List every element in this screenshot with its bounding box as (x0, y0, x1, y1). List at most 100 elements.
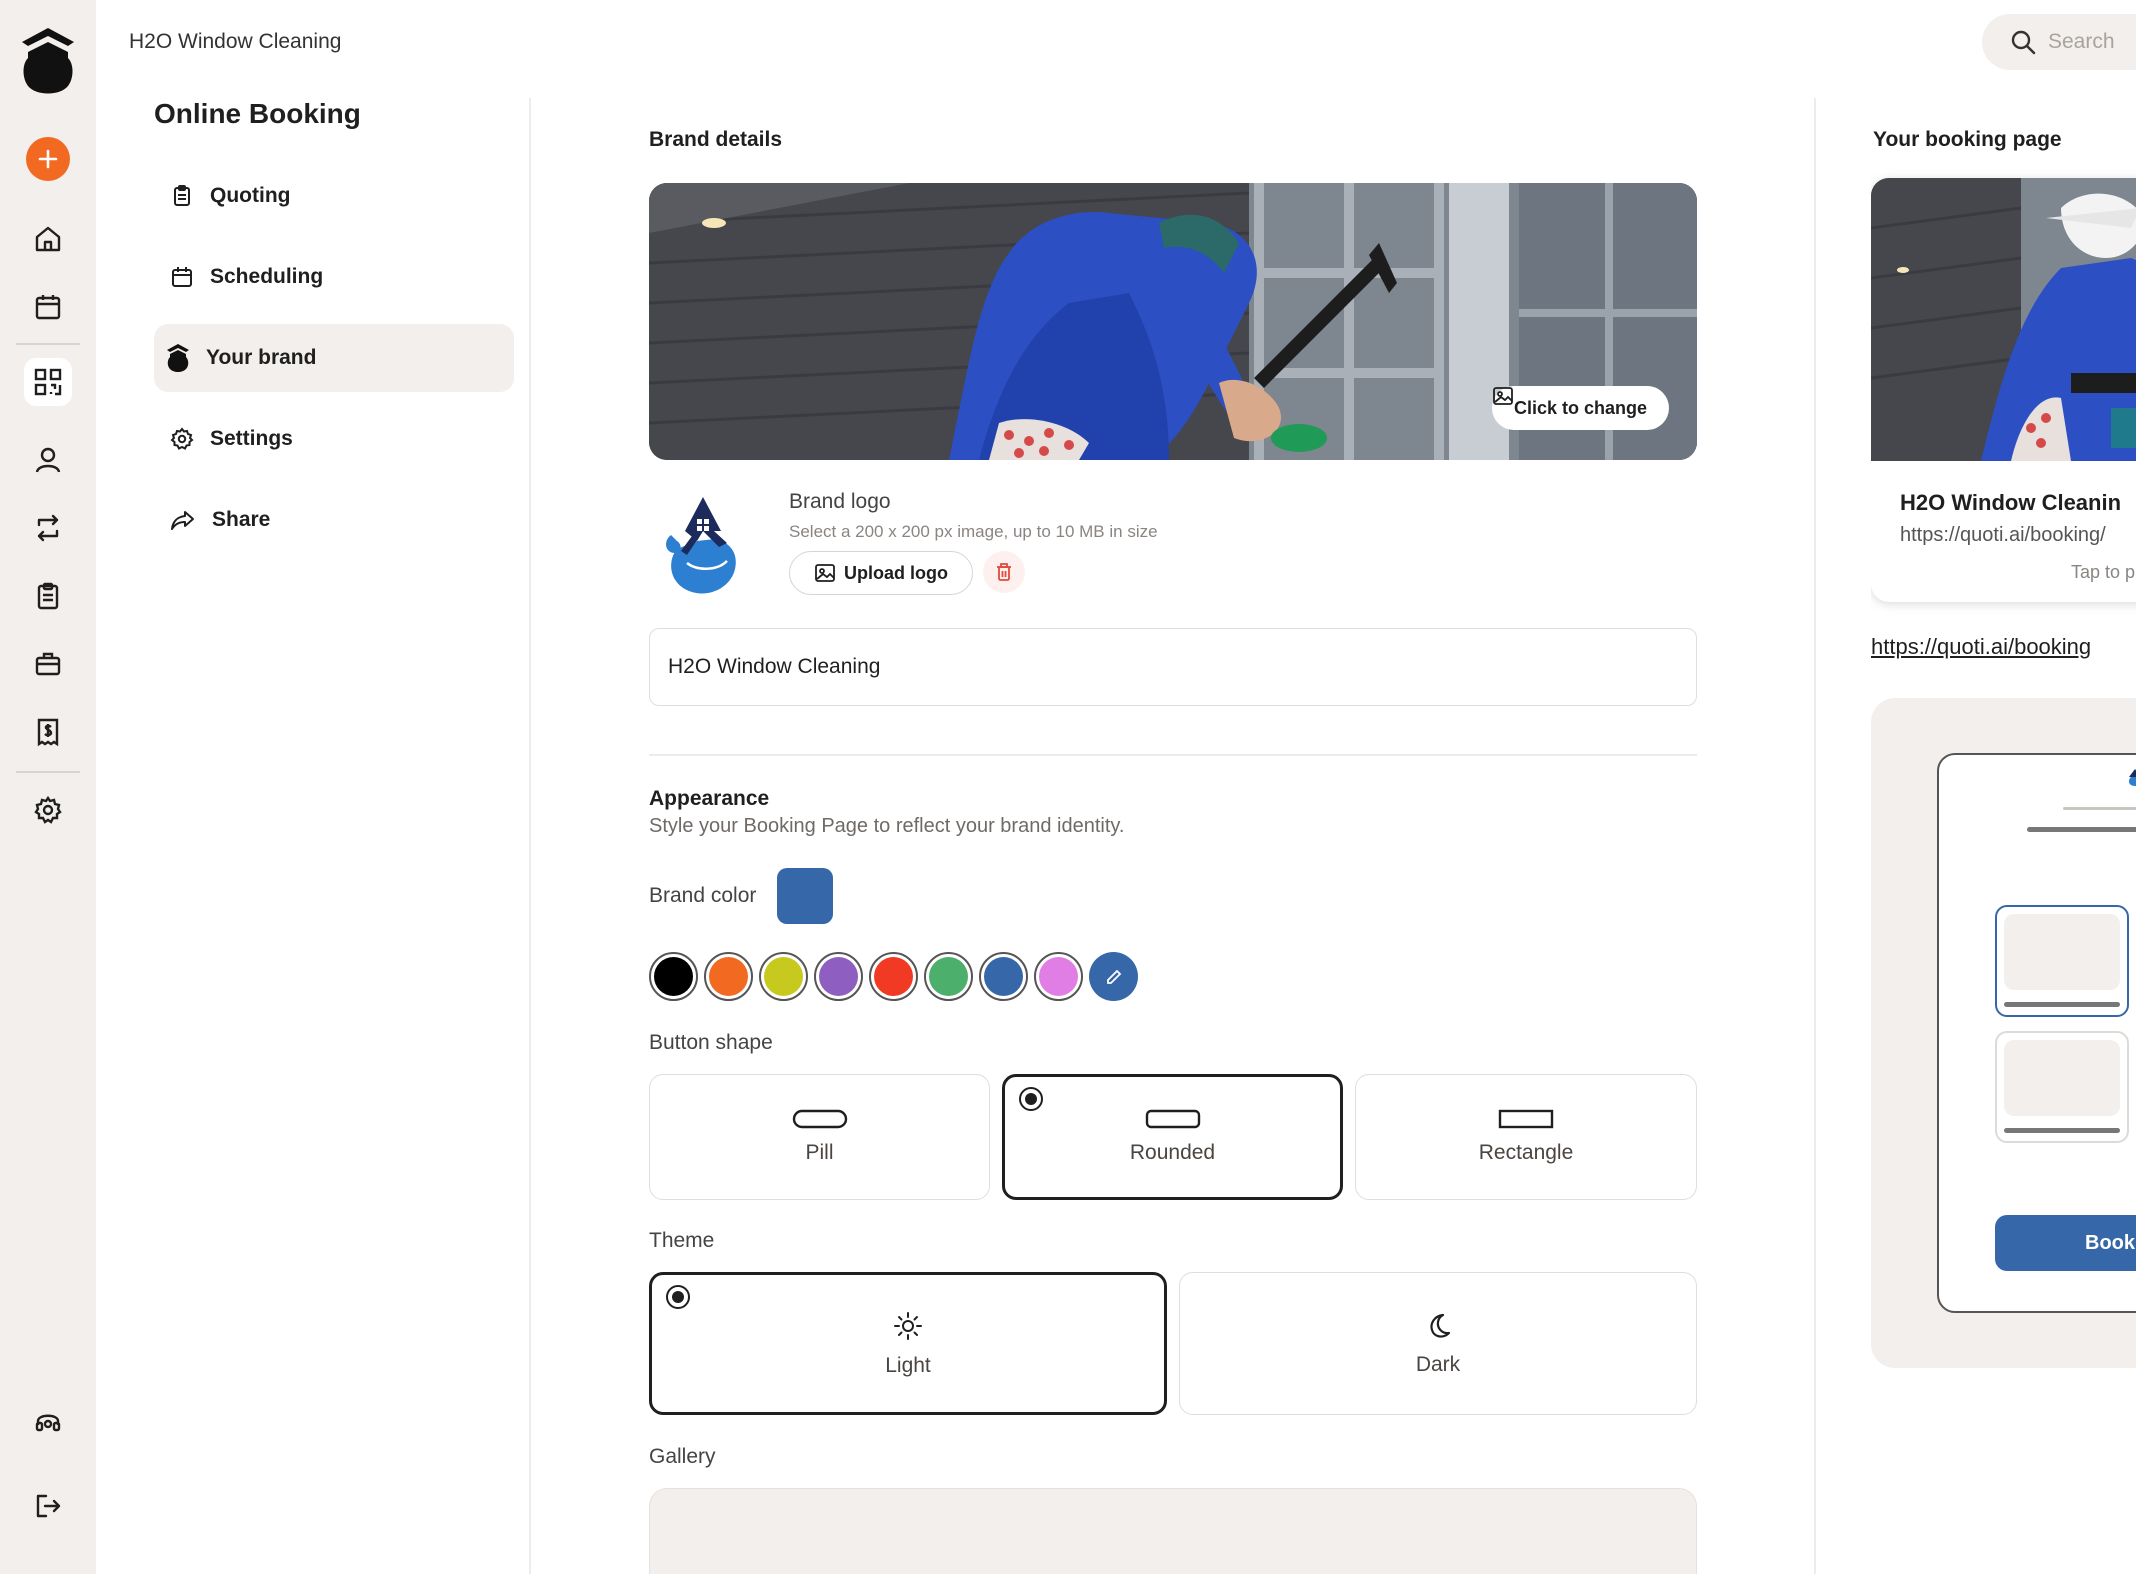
image-icon (815, 564, 835, 582)
business-name-field[interactable] (649, 628, 1697, 706)
color-swatch-blue[interactable] (979, 952, 1028, 1001)
shape-option-label: Pill (805, 1141, 834, 1164)
upload-logo-button[interactable]: Upload logo (789, 551, 973, 595)
theme-option-label: Light (885, 1353, 931, 1377)
rounded-shape-icon (1145, 1109, 1200, 1129)
invoice-dollar-icon[interactable] (24, 708, 72, 756)
booking-page-preview: Your booking page H2O Window Cleanin htt… (1871, 0, 2136, 1574)
icon-rail (0, 0, 96, 1574)
shape-option-pill[interactable]: Pill (649, 1074, 990, 1200)
shape-option-label: Rounded (1129, 1141, 1216, 1164)
brand-color-label: Brand color (649, 884, 757, 907)
share-icon (171, 511, 194, 530)
logout-icon[interactable] (24, 1482, 72, 1530)
nav-item-label: Settings (210, 427, 293, 450)
brand-color-preview[interactable] (777, 868, 833, 924)
section-title: Brand details (649, 128, 783, 151)
color-swatch-purple[interactable] (814, 952, 863, 1001)
preview-title: Your booking page (1873, 128, 2062, 151)
image-icon (1493, 387, 1513, 405)
change-cover-button[interactable]: Click to change (1491, 386, 1669, 430)
delete-logo-button[interactable] (983, 551, 1025, 593)
color-palette (649, 952, 1138, 1001)
mock-text-line (2063, 807, 2136, 810)
home-icon[interactable] (24, 215, 72, 263)
upload-logo-label: Upload logo (844, 562, 948, 583)
briefcase-icon[interactable] (24, 640, 72, 688)
cover-image[interactable]: Click to change (649, 183, 1697, 460)
color-swatch-lime[interactable] (759, 952, 808, 1001)
color-swatch-black[interactable] (649, 952, 698, 1001)
calendar-icon[interactable] (24, 283, 72, 331)
trash-icon (997, 563, 1011, 581)
brand-logo-label: Brand logo (789, 490, 891, 513)
brand-logo-help: Select a 200 x 200 px image, up to 10 MB… (789, 522, 1158, 541)
pill-shape-icon (792, 1109, 847, 1129)
mock-service-tile-selected (1995, 905, 2129, 1017)
gallery-dropzone[interactable] (649, 1488, 1697, 1574)
color-swatch-red[interactable] (869, 952, 918, 1001)
radio-selected (1019, 1087, 1043, 1111)
nav-item-quoting[interactable]: Quoting (154, 162, 514, 230)
page-title: Online Booking (154, 98, 361, 129)
calendar-icon (172, 267, 192, 287)
booking-page-link[interactable]: https://quoti.ai/booking (1871, 634, 2091, 660)
clipboard-icon (174, 185, 190, 206)
nav-item-your-brand[interactable]: Your brand (154, 324, 514, 392)
app-logo-icon[interactable] (20, 26, 76, 98)
preview-cover-image (1871, 178, 2136, 461)
theme-label: Theme (649, 1229, 715, 1252)
eyedropper-icon (1106, 969, 1121, 984)
preview-tap-hint: Tap to p (2071, 562, 2136, 582)
change-cover-label: Click to change (1513, 397, 1647, 418)
online-booking-nav: Quoting Scheduling Your brand Settings S… (154, 162, 514, 567)
appearance-subtitle: Style your Booking Page to reflect your … (649, 815, 1125, 837)
button-shape-label: Button shape (649, 1031, 773, 1054)
nav-item-settings[interactable]: Settings (154, 405, 514, 473)
nav-item-label: Quoting (210, 184, 291, 207)
gear-icon[interactable] (24, 786, 72, 834)
support-headset-icon[interactable] (24, 1398, 72, 1446)
brand-logo-image[interactable] (657, 491, 743, 597)
mock-text-line (2027, 827, 2136, 832)
section-divider (649, 754, 1697, 756)
preview-url: https://quoti.ai/booking/ (1900, 524, 2106, 546)
color-swatch-pink[interactable] (1034, 952, 1083, 1001)
add-icon[interactable] (26, 137, 70, 181)
phone-preview-area: Book (1871, 698, 2136, 1368)
column-divider (1814, 98, 1816, 1574)
nav-item-share[interactable]: Share (154, 486, 514, 554)
qr-code-icon[interactable] (24, 358, 72, 406)
gallery-label: Gallery (649, 1445, 716, 1468)
theme-option-dark[interactable]: Dark (1179, 1272, 1697, 1415)
mock-book-button: Book (1995, 1215, 2136, 1271)
repeat-icon[interactable] (24, 504, 72, 552)
phone-mockup: Book (1937, 753, 2136, 1313)
shape-option-rounded[interactable]: Rounded (1002, 1074, 1343, 1200)
preview-card[interactable]: H2O Window Cleanin https://quoti.ai/book… (1871, 178, 2136, 602)
shape-option-label: Rectangle (1478, 1141, 1574, 1164)
business-name: H2O Window Cleaning (129, 30, 342, 53)
radio-selected (666, 1285, 690, 1309)
rail-divider (16, 771, 80, 773)
color-swatch-green[interactable] (924, 952, 973, 1001)
sun-icon (894, 1311, 922, 1340)
nav-item-label: Share (212, 508, 271, 531)
mock-service-tile (1995, 1031, 2129, 1143)
clipboard-icon[interactable] (24, 572, 72, 620)
moon-icon (1430, 1313, 1451, 1338)
gear-icon (170, 427, 194, 450)
color-swatch-orange[interactable] (704, 952, 753, 1001)
user-icon[interactable] (24, 436, 72, 484)
preview-business-name: H2O Window Cleanin (1900, 490, 2122, 515)
nav-item-label: Your brand (206, 346, 317, 369)
mini-logo-icon (2128, 769, 2136, 786)
shape-option-rectangle[interactable]: Rectangle (1355, 1074, 1697, 1200)
nav-item-scheduling[interactable]: Scheduling (154, 243, 514, 311)
appearance-title: Appearance (649, 787, 770, 810)
rail-divider (16, 343, 80, 345)
custom-color-picker[interactable] (1089, 952, 1138, 1001)
brand-logo-icon (167, 344, 189, 372)
theme-option-label: Dark (1415, 1352, 1461, 1376)
theme-option-light[interactable]: Light (649, 1272, 1167, 1415)
